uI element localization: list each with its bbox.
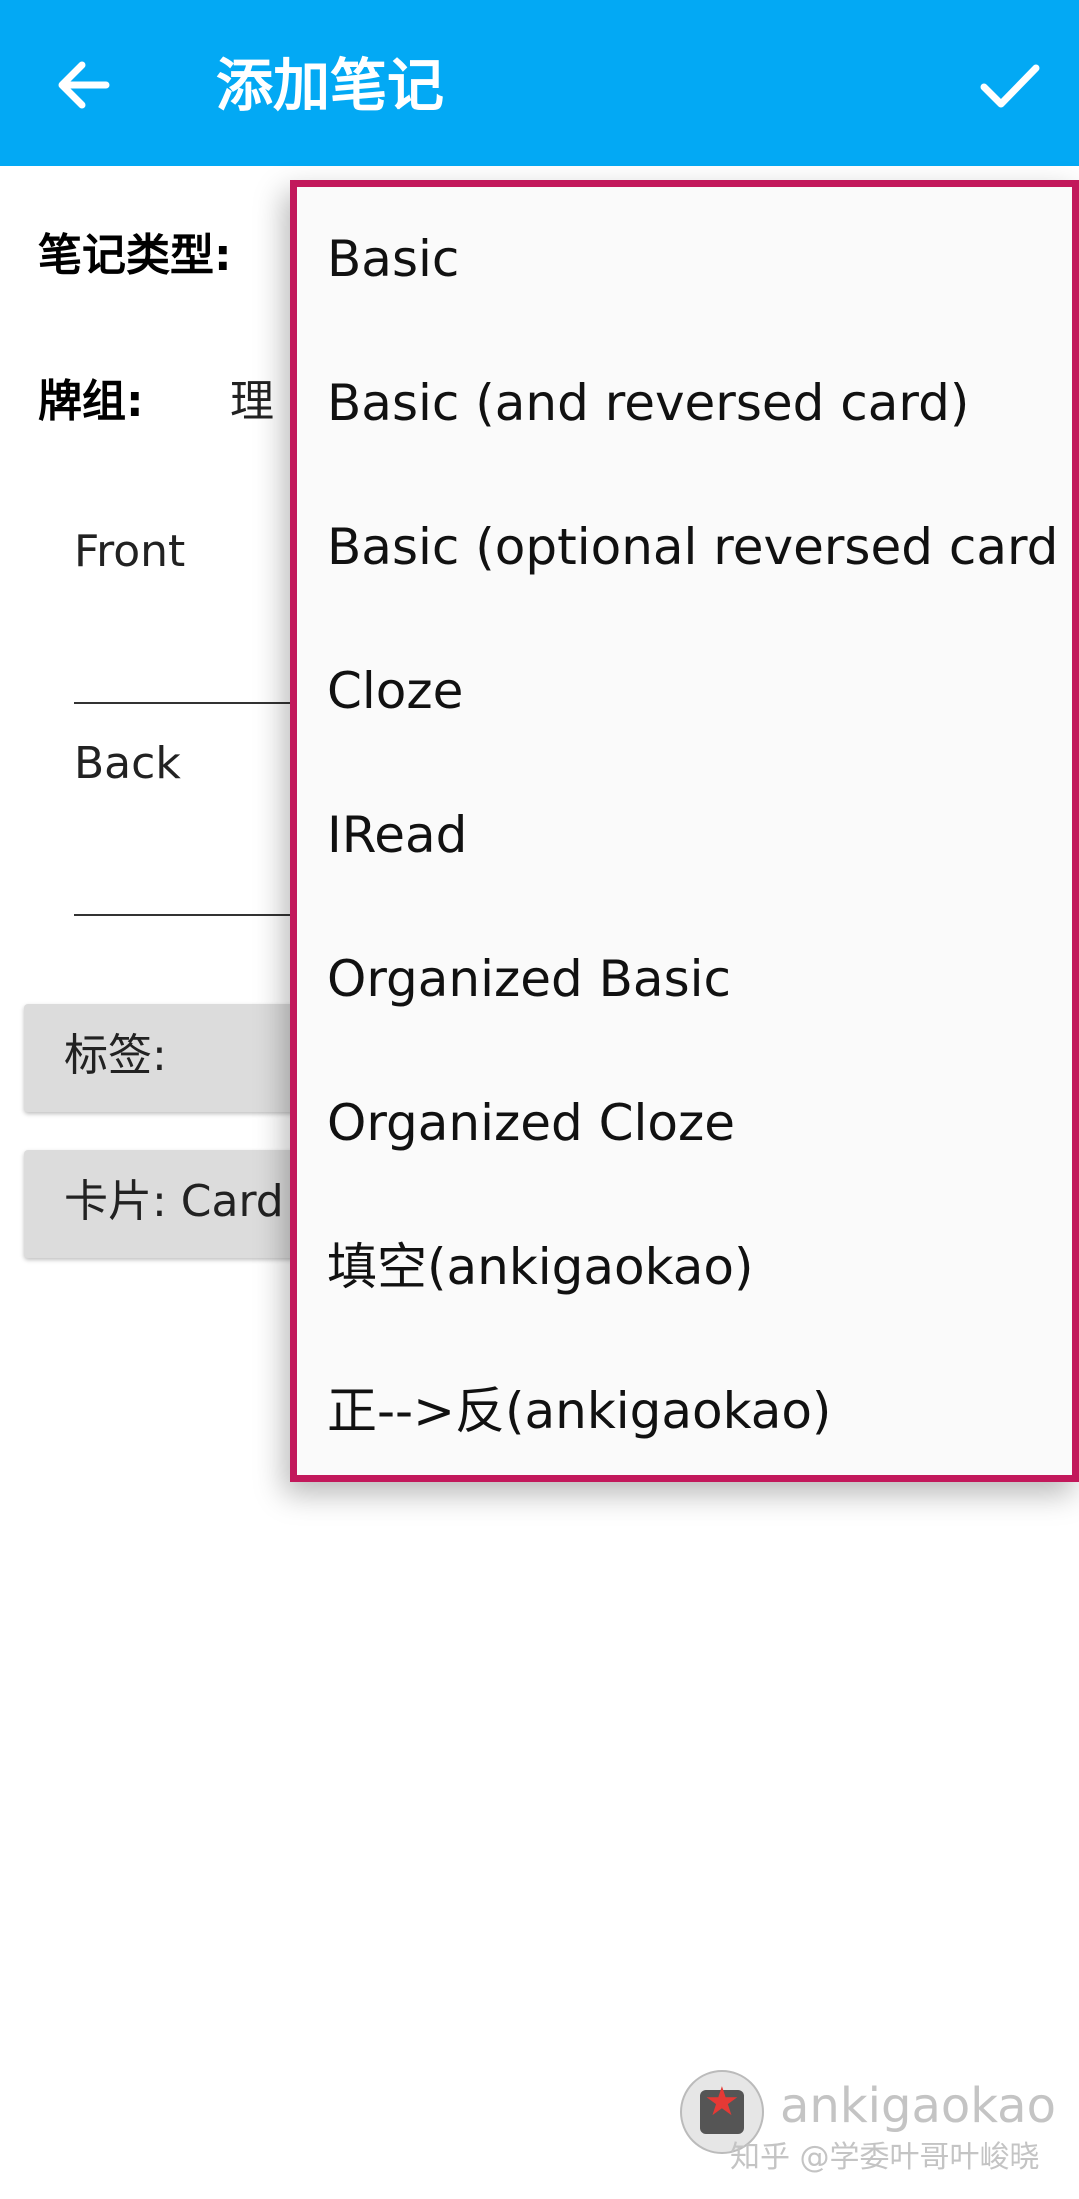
dropdown-item-cloze-ankigaokao[interactable]: 填空(ankigaokao) (327, 1195, 1062, 1339)
front-field-input[interactable] (74, 702, 314, 704)
dropdown-item-basic[interactable]: Basic (327, 187, 1062, 331)
page-title: 添加笔记 (216, 53, 444, 119)
dropdown-item-basic-reversed[interactable]: Basic (and reversed card) (327, 331, 1062, 475)
watermark-name: ankigaokao (780, 2078, 1056, 2134)
cards-label: 卡片: Card (64, 1176, 284, 1227)
deck-label: 牌组: (38, 376, 144, 427)
dropdown-item-cloze[interactable]: Cloze (327, 619, 1062, 763)
star-icon: ★ (704, 2079, 740, 2125)
note-type-dropdown: Basic Basic (and reversed card) Basic (o… (290, 180, 1079, 1482)
confirm-button[interactable] (974, 50, 1044, 120)
dropdown-item-front-back-ankigaokao[interactable]: 正-->反(ankigaokao) (327, 1339, 1062, 1483)
check-icon (980, 64, 1040, 108)
back-field-input[interactable] (74, 914, 314, 916)
screen: 添加笔记 笔记类型: 牌组: 理 Front Back 标签: 卡片: Card… (0, 0, 1079, 2199)
watermark: ★ ankigaokao 知乎 @学委叶哥叶峻晓 (680, 2070, 1079, 2190)
field-label-back: Back (74, 738, 181, 789)
deck-selector[interactable]: 理 (230, 372, 274, 432)
field-label-front: Front (74, 526, 186, 577)
tags-label: 标签: (64, 1030, 167, 1081)
arrow-left-icon (58, 61, 110, 109)
watermark-sub: 知乎 @学委叶哥叶峻晓 (730, 2140, 1040, 2175)
dropdown-item-iread[interactable]: IRead (327, 763, 1062, 907)
back-button[interactable] (48, 50, 118, 120)
app-toolbar: 添加笔记 (0, 0, 1079, 166)
dropdown-item-basic-optional-reversed[interactable]: Basic (optional reversed card) (327, 475, 1062, 619)
dropdown-item-organized-cloze[interactable]: Organized Cloze (327, 1051, 1062, 1195)
dropdown-item-organized-basic[interactable]: Organized Basic (327, 907, 1062, 1051)
note-type-label: 笔记类型: (38, 230, 232, 281)
